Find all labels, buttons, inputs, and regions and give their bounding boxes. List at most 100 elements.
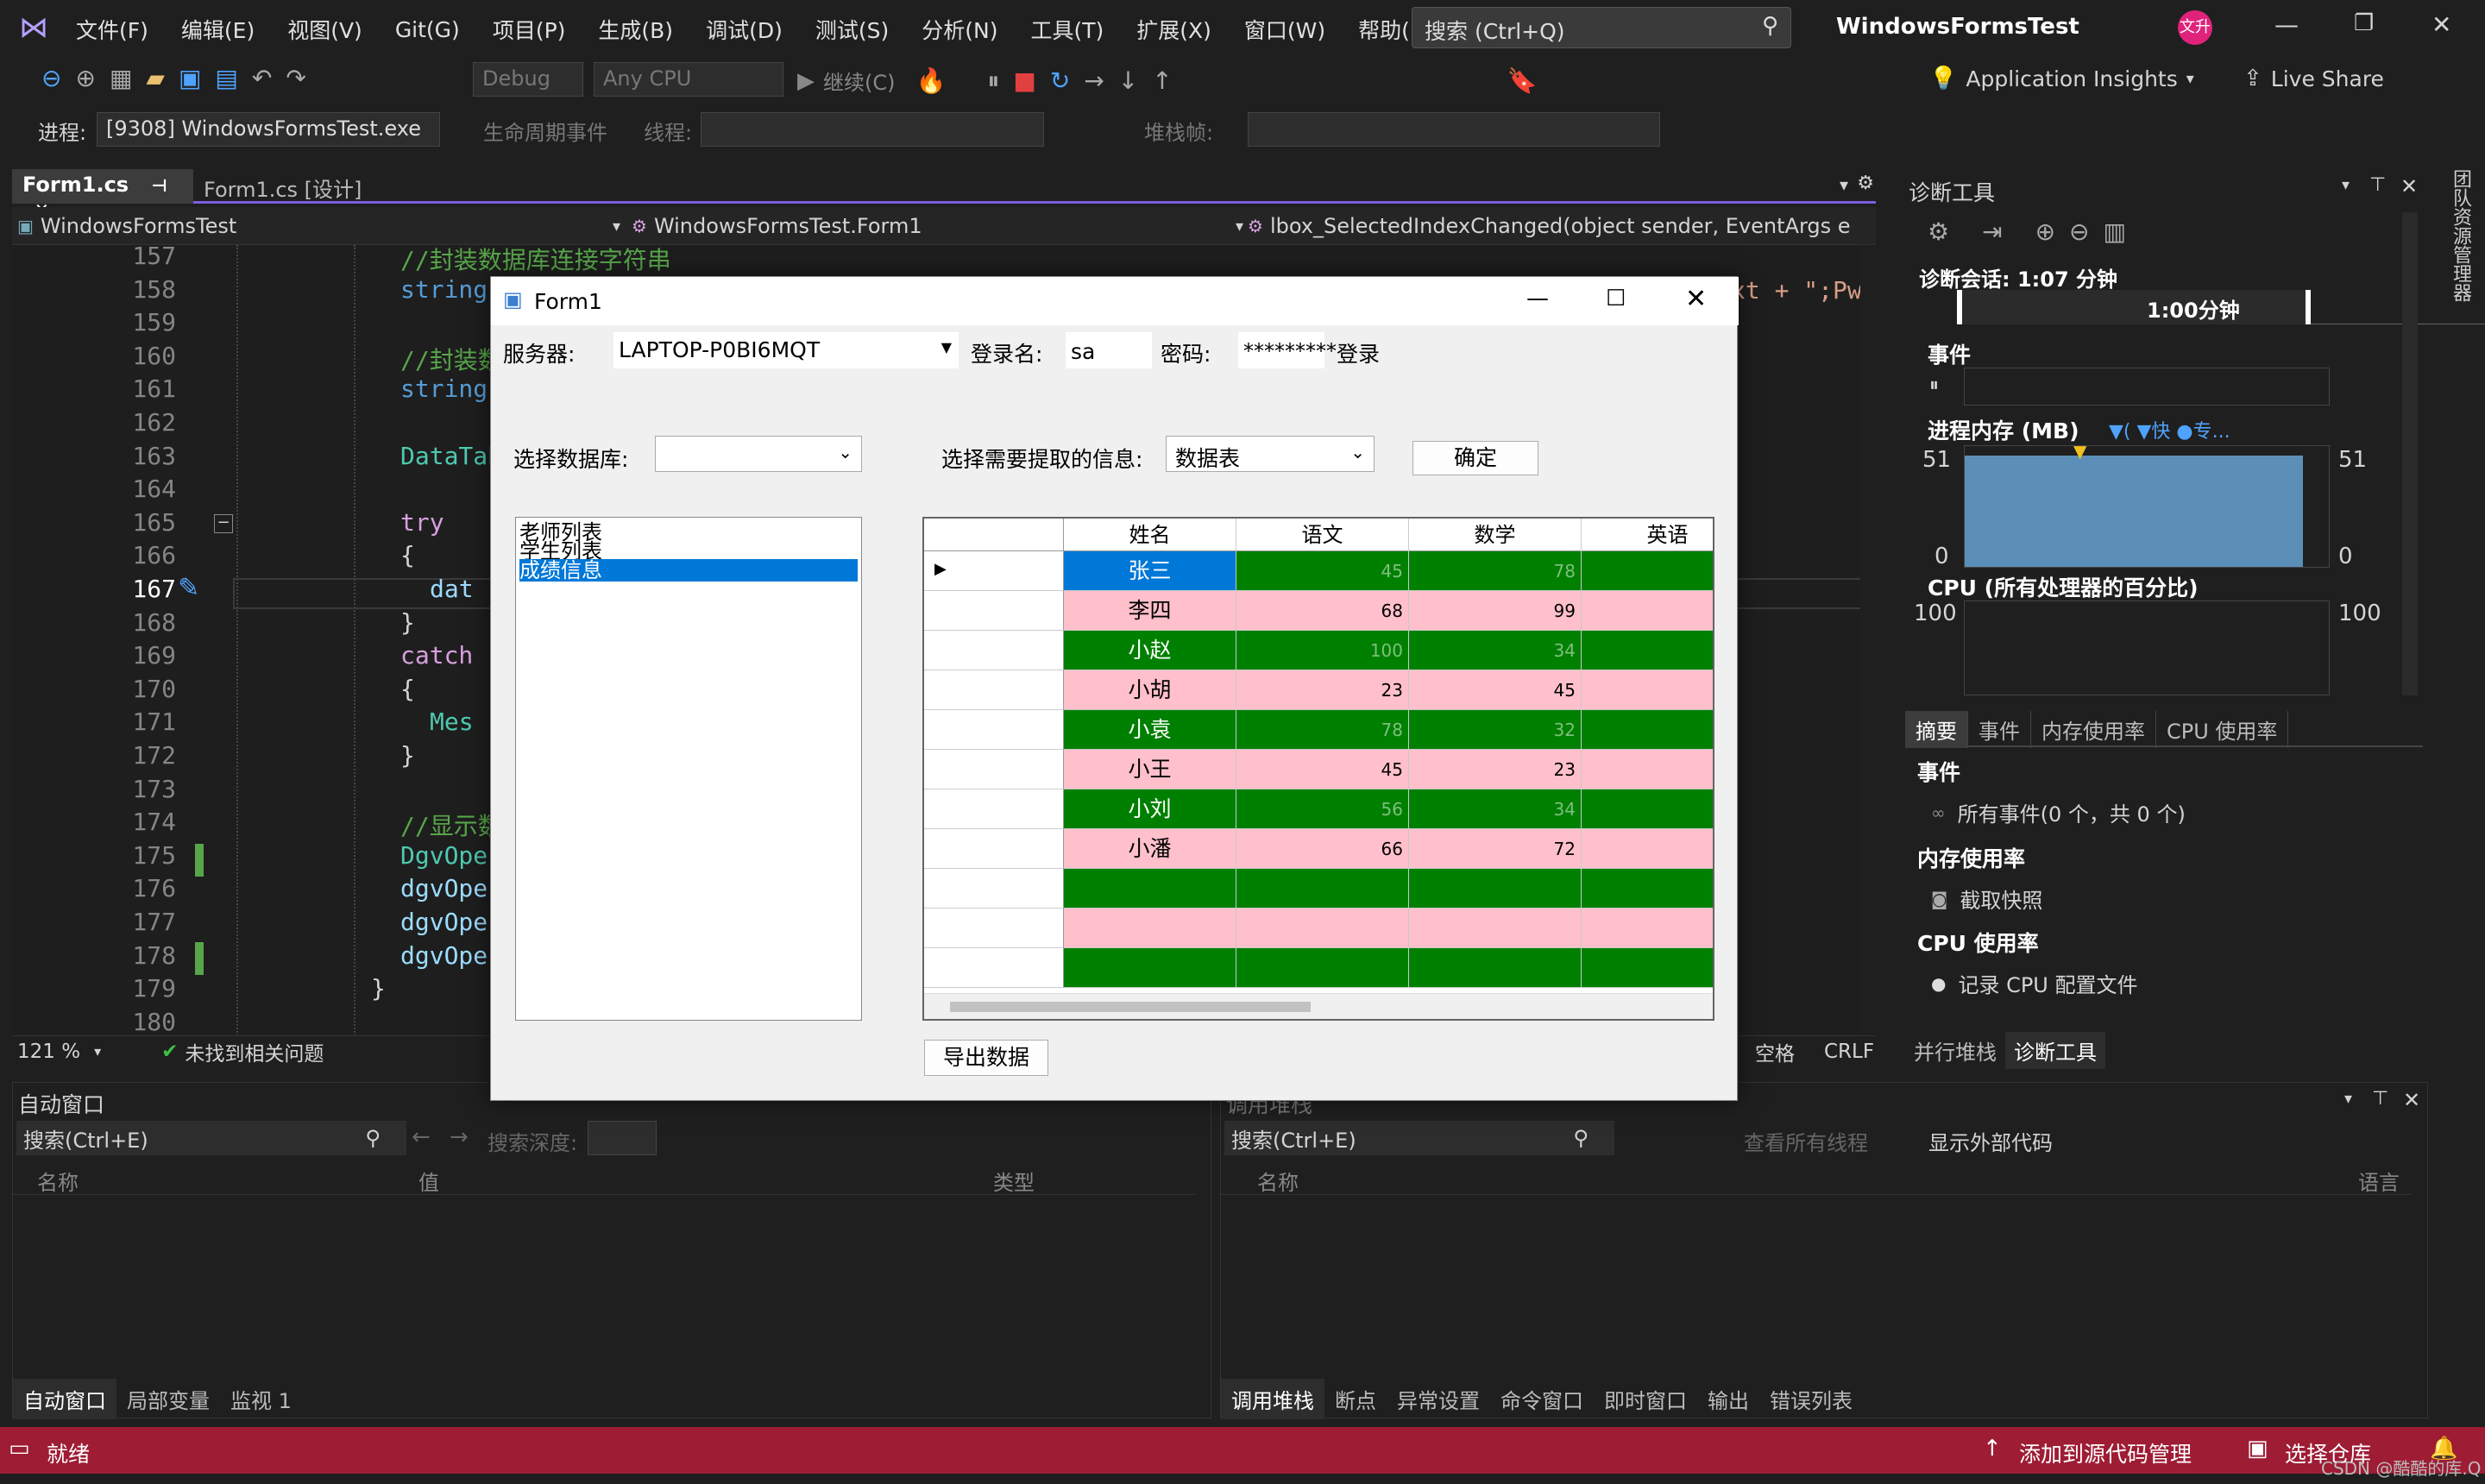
pin-icon[interactable]: ⊤ <box>2369 174 2386 196</box>
list-item[interactable]: 成绩信息 <box>519 559 858 582</box>
app-insights-button[interactable]: Application Insights <box>1966 66 2177 91</box>
grid-cell[interactable]: 68 <box>1236 591 1409 631</box>
col-type[interactable]: 类型 <box>993 1166 1035 1196</box>
pane-tab[interactable]: 断点 <box>1324 1379 1387 1419</box>
database-select[interactable]: ⌄ <box>655 436 862 472</box>
grid-row-header[interactable] <box>924 670 1064 710</box>
grid-cell[interactable]: 72 <box>1409 829 1582 869</box>
password-input[interactable]: ********* <box>1238 332 1337 368</box>
grid-row-header[interactable] <box>924 750 1064 789</box>
grid-horizontal-scrollbar[interactable] <box>924 993 1713 1019</box>
grid-cell[interactable]: 32 <box>1409 710 1582 750</box>
back-icon[interactable]: ⊖ <box>41 64 61 92</box>
grid-cell[interactable] <box>1582 869 1713 909</box>
grid-cell[interactable]: 56 <box>1236 789 1409 829</box>
menu-item[interactable]: 生成(B) <box>598 14 673 45</box>
pane-tab[interactable]: 错误列表 <box>1759 1379 1863 1419</box>
pane-tab[interactable]: 命令窗口 <box>1490 1379 1594 1419</box>
login-button[interactable]: 登录 <box>1337 337 1380 368</box>
chevron-down-icon[interactable]: ▾ <box>2186 70 2194 88</box>
grid-cell[interactable]: 78 <box>1582 670 1713 710</box>
grid-cell[interactable]: 小赵 <box>1064 631 1236 670</box>
grid-cell[interactable]: 90 <box>1582 551 1713 591</box>
live-share-button[interactable]: Live Share <box>2271 66 2384 91</box>
grid-column-header[interactable]: 数学 <box>1409 519 1582 551</box>
save-all-icon[interactable]: ▤ <box>215 64 237 92</box>
diag-tab[interactable]: 内存使用率 <box>2031 710 2156 748</box>
rail-tab[interactable]: Git 更改 <box>2480 169 2485 340</box>
grid-cell[interactable]: 66 <box>1236 829 1409 869</box>
zoom-level[interactable]: 121 % <box>17 1041 80 1063</box>
search-depth-select[interactable] <box>588 1121 657 1155</box>
grid-cell[interactable]: 23 <box>1409 750 1582 789</box>
col-name[interactable]: 名称 <box>1257 1166 1299 1196</box>
all-events-link[interactable]: 所有事件(0 个，共 0 个) <box>1958 797 2186 827</box>
gear-icon[interactable]: ⚙ <box>1928 217 1949 246</box>
grid-cell[interactable]: 小胡 <box>1064 670 1236 710</box>
diag-tab[interactable]: 摘要 <box>1905 710 1968 748</box>
grid-row-header[interactable] <box>924 869 1064 909</box>
grid-row-header[interactable] <box>924 909 1064 948</box>
grid-column-header[interactable]: 英语 <box>1582 519 1713 551</box>
tab-parallel-stacks[interactable]: 并行堆栈 <box>1905 1032 2005 1069</box>
bookmark-icon[interactable]: 🔖 <box>1507 66 1538 95</box>
grid-cell[interactable] <box>1236 948 1409 988</box>
menu-item[interactable]: 窗口(W) <box>1244 14 1325 45</box>
grid-cell[interactable]: 39 <box>1582 829 1713 869</box>
grid-cell[interactable]: 张三 <box>1064 551 1236 591</box>
chevron-down-icon[interactable]: ▾ <box>94 1043 101 1060</box>
info-type-select[interactable]: 数据表 ⌄ <box>1166 436 1375 472</box>
pane-tab[interactable]: 输出 <box>1697 1379 1759 1419</box>
minimize-icon[interactable]: — <box>1526 286 1549 311</box>
grid-row-header[interactable] <box>924 829 1064 869</box>
step-out-icon[interactable]: ↑ <box>1152 66 1172 95</box>
take-snapshot-button[interactable]: 截取快照 <box>1960 883 2042 914</box>
grid-cell[interactable]: 45 <box>1236 551 1409 591</box>
grid-cell[interactable] <box>1582 909 1713 948</box>
issues-status[interactable]: 未找到相关问题 <box>185 1037 324 1066</box>
grid-cell[interactable]: 100 <box>1582 789 1713 829</box>
grid-cell[interactable] <box>1064 909 1236 948</box>
grid-cell[interactable] <box>1064 869 1236 909</box>
tab-list-icon[interactable]: ▾ <box>1840 174 1848 195</box>
grid-cell[interactable]: 45 <box>1236 750 1409 789</box>
grid-row-header[interactable] <box>924 710 1064 750</box>
grid-cell[interactable] <box>1236 909 1409 948</box>
col-name[interactable]: 名称 <box>37 1166 79 1196</box>
record-cpu-button[interactable]: 记录 CPU 配置文件 <box>1958 968 2137 998</box>
chart-icon[interactable]: ▥ <box>2104 217 2126 246</box>
data-grid[interactable]: 姓名语文数学英语▶张三457890李四6899100小赵1003489小胡234… <box>922 517 1714 1021</box>
class-nav[interactable]: ⚙ WindowsFormsTest.Form1 ▾ <box>632 214 1246 238</box>
save-icon[interactable]: ▣ <box>179 64 201 92</box>
new-project-icon[interactable]: ▦ <box>110 64 132 92</box>
diag-tab[interactable]: 事件 <box>1968 710 2031 748</box>
zoom-in-icon[interactable]: ⊕ <box>2035 217 2055 246</box>
col-language[interactable]: 语言 <box>2358 1166 2400 1196</box>
grid-cell[interactable]: 89 <box>1582 631 1713 670</box>
stackframe-select[interactable] <box>1248 112 1660 147</box>
tab-diagnostic-tools[interactable]: 诊断工具 <box>2005 1031 2105 1069</box>
grid-cell[interactable]: 小刘 <box>1064 789 1236 829</box>
pin-icon[interactable]: ⊣ <box>151 175 167 196</box>
lifecycle-dropdown[interactable]: 生命周期事件 <box>483 116 607 146</box>
confirm-button[interactable]: 确定 <box>1412 441 1538 475</box>
grid-cell[interactable]: 45 <box>1409 670 1582 710</box>
add-source-control-button[interactable]: 添加到源代码管理 <box>2019 1437 2192 1468</box>
menu-item[interactable]: 视图(V) <box>287 14 362 45</box>
callstack-search-input[interactable]: 搜索(Ctrl+E) ⚲ <box>1224 1121 1614 1155</box>
pane-tab[interactable]: 自动窗口 <box>13 1378 116 1419</box>
chat-icon[interactable]: ▭ <box>9 1436 30 1462</box>
menu-item[interactable]: 分析(N) <box>922 14 997 45</box>
continue-button[interactable]: 继续(C) <box>823 66 895 96</box>
menu-item[interactable]: 扩展(X) <box>1136 14 1211 45</box>
grid-cell[interactable]: 78 <box>1409 551 1582 591</box>
pane-tab[interactable]: 局部变量 <box>116 1379 220 1419</box>
col-value[interactable]: 值 <box>418 1166 439 1196</box>
table-listbox[interactable]: 老师列表 学生列表 成绩信息 <box>515 517 862 1021</box>
cpu-section-title[interactable]: CPU (所有处理器的百分比) <box>1928 571 2199 602</box>
thread-select[interactable] <box>701 112 1044 147</box>
line-ending[interactable]: CRLF <box>1824 1041 1874 1063</box>
continue-icon[interactable]: ▶ <box>797 68 815 94</box>
tab-form1-cs[interactable]: Form1.cs ⊣ ✕ <box>12 169 193 220</box>
chevron-down-icon[interactable]: ▾ <box>2344 1090 2352 1108</box>
